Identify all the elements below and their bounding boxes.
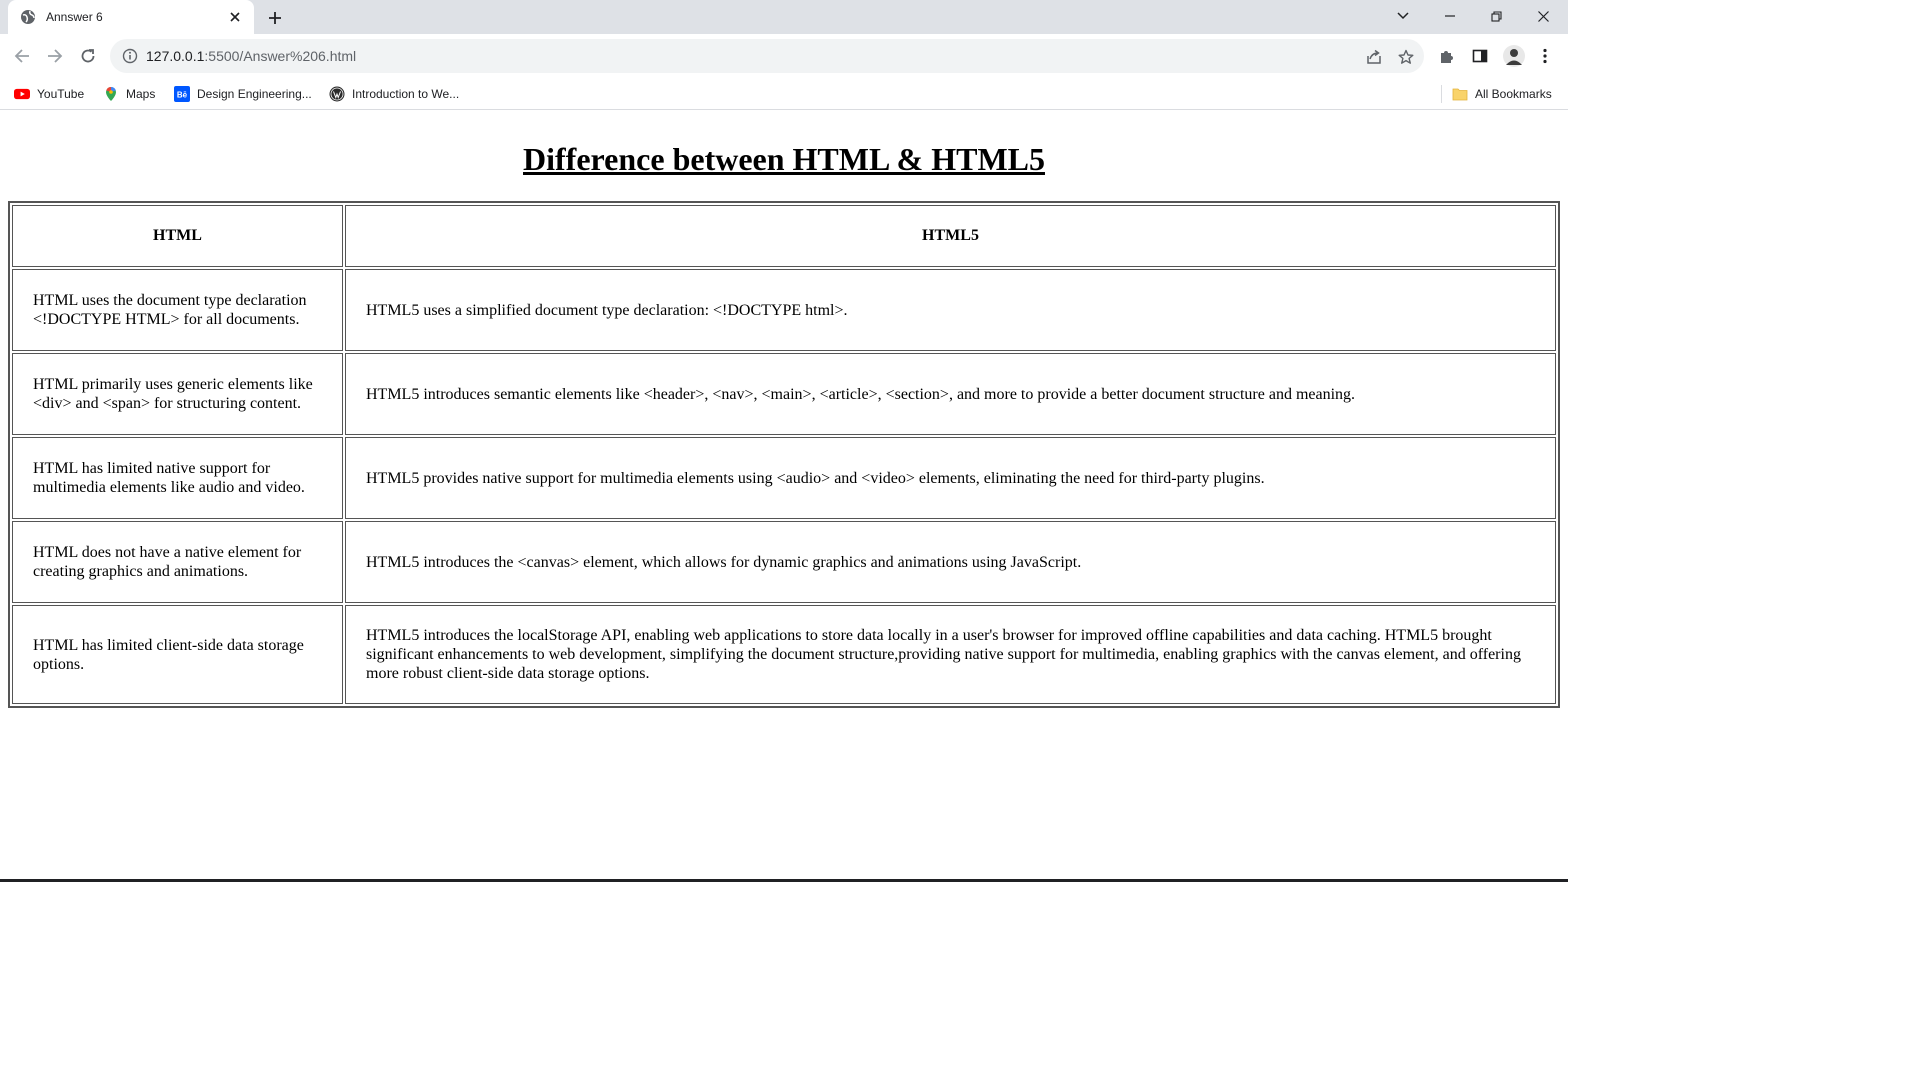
globe-icon	[20, 9, 36, 25]
page-content: Difference between HTML & HTML5 HTML HTM…	[0, 111, 1568, 879]
bookmark-design-engineering[interactable]: Bē Design Engineering...	[174, 83, 312, 105]
html-cell: HTML primarily uses generic elements lik…	[12, 353, 343, 435]
bookmark-label: Design Engineering...	[197, 87, 312, 101]
all-bookmarks-button[interactable]: All Bookmarks	[1452, 83, 1552, 105]
html-cell: HTML does not have a native element for …	[12, 521, 343, 603]
browser-tab[interactable]: Annswer 6	[8, 0, 254, 34]
maps-pin-icon	[103, 86, 119, 102]
column-header-html5: HTML5	[345, 205, 1556, 267]
tab-strip: Annswer 6	[0, 0, 1568, 34]
folder-icon	[1452, 86, 1468, 102]
html5-cell: HTML5 uses a simplified document type de…	[345, 269, 1556, 351]
table-row: HTML has limited native support for mult…	[12, 437, 1556, 519]
url-host: 127.0.0.1	[146, 48, 205, 64]
bookmark-introduction-to-web[interactable]: Introduction to We...	[329, 83, 459, 105]
bookmark-maps[interactable]: Maps	[103, 83, 155, 105]
wordpress-icon	[329, 86, 345, 102]
table-row: HTML does not have a native element for …	[12, 521, 1556, 603]
url-text: 127.0.0.1:5500/Answer%206.html	[146, 48, 356, 64]
bookmarks-bar: YouTube Maps Bē Design Engineering... In…	[0, 78, 1568, 110]
html-cell: HTML uses the document type declaration …	[12, 269, 343, 351]
table-row: HTML uses the document type declaration …	[12, 269, 1556, 351]
html5-cell: HTML5 provides native support for multim…	[345, 437, 1556, 519]
address-bar[interactable]: 127.0.0.1:5500/Answer%206.html	[110, 39, 1424, 73]
bookmark-star-icon[interactable]	[1396, 47, 1416, 67]
bookmark-youtube[interactable]: YouTube	[14, 83, 84, 105]
window-bottom-border	[0, 879, 1568, 882]
browser-toolbar: 127.0.0.1:5500/Answer%206.html	[0, 34, 1568, 78]
behance-icon: Bē	[174, 86, 190, 102]
comparison-table: HTML HTML5 HTML uses the document type d…	[8, 201, 1560, 708]
reload-icon[interactable]	[76, 44, 100, 68]
svg-text:Bē: Bē	[177, 91, 188, 100]
page-title: Difference between HTML & HTML5	[523, 141, 1045, 177]
menu-kebab-icon[interactable]	[1535, 46, 1555, 66]
site-info-icon[interactable]	[122, 48, 138, 64]
tab-close-icon[interactable]	[226, 8, 244, 26]
minimize-icon[interactable]	[1427, 0, 1473, 32]
youtube-icon	[14, 86, 30, 102]
bookmark-label: YouTube	[37, 87, 85, 101]
tab-title: Annswer 6	[46, 10, 103, 24]
forward-arrow-icon[interactable]	[43, 44, 67, 68]
html-cell: HTML has limited native support for mult…	[12, 437, 343, 519]
bookmarks-divider	[1441, 85, 1442, 103]
profile-avatar[interactable]	[1502, 44, 1526, 68]
new-tab-icon[interactable]	[264, 7, 286, 29]
column-header-html: HTML	[12, 205, 343, 267]
url-path: :5500/Answer%206.html	[204, 48, 357, 64]
tab-search-chevron-icon[interactable]	[1380, 0, 1426, 32]
extensions-puzzle-icon[interactable]	[1437, 46, 1457, 66]
html5-cell: HTML5 introduces the localStorage API, e…	[345, 605, 1556, 704]
html5-cell: HTML5 introduces the <canvas> element, w…	[345, 521, 1556, 603]
all-bookmarks-label: All Bookmarks	[1475, 87, 1552, 101]
side-panel-icon[interactable]	[1470, 46, 1490, 66]
close-window-icon[interactable]	[1520, 0, 1566, 32]
table-header-row: HTML HTML5	[12, 205, 1556, 267]
share-icon[interactable]	[1364, 47, 1384, 67]
table-row: HTML has limited client-side data storag…	[12, 605, 1556, 704]
back-arrow-icon[interactable]	[10, 44, 34, 68]
bookmark-label: Introduction to We...	[352, 87, 460, 101]
table-row: HTML primarily uses generic elements lik…	[12, 353, 1556, 435]
bookmark-label: Maps	[126, 87, 156, 101]
html5-cell: HTML5 introduces semantic elements like …	[345, 353, 1556, 435]
html-cell: HTML has limited client-side data storag…	[12, 605, 343, 704]
restore-icon[interactable]	[1473, 0, 1519, 32]
